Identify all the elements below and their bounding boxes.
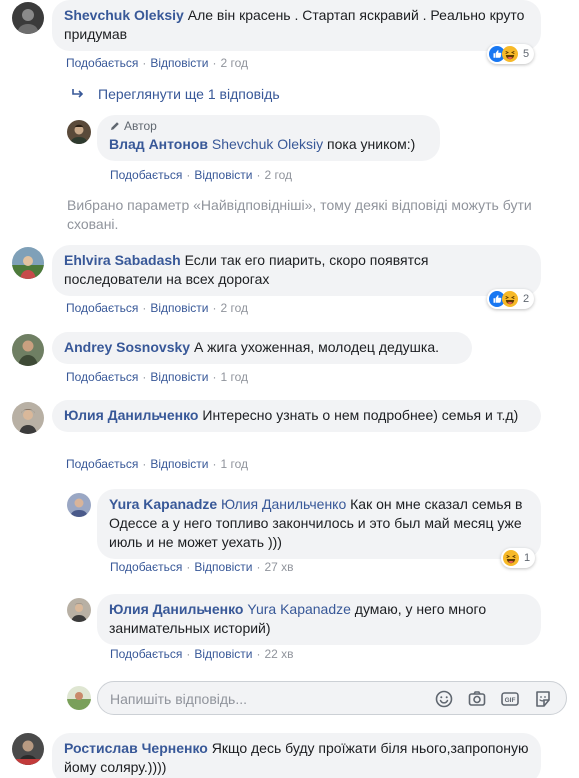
comment-author[interactable]: Yura Kapanadze bbox=[109, 496, 217, 512]
camera-icon[interactable] bbox=[467, 689, 487, 709]
haha-emoji-icon bbox=[502, 46, 518, 62]
like-button[interactable]: Подобається bbox=[66, 370, 138, 384]
reaction-count: 1 bbox=[524, 552, 531, 564]
view-more-label: Переглянути ще 1 відповідь bbox=[98, 86, 280, 102]
avatar[interactable] bbox=[12, 334, 44, 366]
avatar[interactable] bbox=[12, 733, 44, 765]
reaction-count: 5 bbox=[523, 48, 530, 60]
like-button[interactable]: Подобається bbox=[66, 301, 138, 315]
comment-text: А жига ухоженная, молодец дедушка. bbox=[193, 339, 440, 355]
comment-bubble: Ростислав Черненко Якщо десь буду проїжа… bbox=[52, 733, 541, 778]
haha-emoji-icon bbox=[503, 550, 519, 566]
mention-link[interactable]: Юлия Данильченко bbox=[221, 496, 346, 512]
like-button[interactable]: Подобається bbox=[110, 647, 182, 661]
svg-text:GIF: GIF bbox=[505, 697, 516, 704]
reply-composer: GIF bbox=[97, 681, 567, 715]
comment-actions: Подобається · Відповісти · 2 год bbox=[66, 301, 248, 315]
reply-button[interactable]: Відповісти bbox=[194, 168, 252, 182]
reply-bubble: Юлия Данильченко Yura Kapanadze думаю, у… bbox=[97, 594, 541, 645]
timestamp[interactable]: 2 год bbox=[264, 168, 292, 182]
reply-button[interactable]: Відповісти bbox=[150, 56, 208, 70]
emoji-icon[interactable] bbox=[434, 689, 454, 709]
haha-emoji-icon bbox=[502, 291, 518, 307]
comment-author[interactable]: Юлия Данильченко bbox=[64, 407, 198, 423]
comment-bubble: Юлия Данильченко Интересно узнать о нем … bbox=[52, 400, 541, 432]
comment-actions: Подобається · Відповісти · 2 год bbox=[66, 56, 248, 70]
comment-actions: Подобається · Відповісти · 27 хв bbox=[110, 560, 294, 574]
avatar[interactable] bbox=[67, 493, 91, 517]
avatar[interactable] bbox=[12, 2, 44, 34]
comment-author[interactable]: Andrey Sosnovsky bbox=[64, 339, 190, 355]
author-badge-label: Автор bbox=[124, 118, 157, 133]
author-badge: Автор bbox=[109, 119, 428, 133]
comment-author[interactable]: Юлия Данильченко bbox=[109, 601, 243, 617]
comment-bubble: Ehlvira Sabadash Если так его пиарить, с… bbox=[52, 245, 541, 296]
avatar[interactable] bbox=[12, 247, 44, 279]
reply-arrow-icon bbox=[72, 89, 84, 98]
comment-author[interactable]: Ehlvira Sabadash bbox=[64, 252, 181, 268]
reply-button[interactable]: Відповісти bbox=[194, 647, 252, 661]
pencil-icon bbox=[111, 122, 119, 130]
avatar[interactable] bbox=[67, 598, 91, 622]
reply-bubble: Yura Kapanadze Юлия Данильченко Как он м… bbox=[97, 489, 541, 559]
view-more-replies-link[interactable]: Переглянути ще 1 відповідь bbox=[70, 86, 280, 102]
timestamp[interactable]: 2 год bbox=[220, 301, 248, 315]
mention-link[interactable]: Yura Kapanadze bbox=[247, 601, 351, 617]
gif-icon[interactable]: GIF bbox=[500, 689, 520, 709]
timestamp[interactable]: 2 год bbox=[220, 56, 248, 70]
timestamp[interactable]: 27 хв bbox=[264, 560, 293, 574]
comment-actions: Подобається · Відповісти · 1 год bbox=[66, 370, 248, 384]
reactions-badge[interactable]: 1 bbox=[501, 548, 536, 568]
comment-bubble: Shevchuk Oleksiy Але він красень . Старт… bbox=[52, 0, 541, 51]
comment-bubble: Andrey Sosnovsky А жига ухоженная, молод… bbox=[52, 332, 472, 364]
sticker-icon[interactable] bbox=[533, 689, 553, 709]
relevance-note: Вибрано параметр «Найвідповідніші», тому… bbox=[67, 197, 532, 232]
comment-text: Интересно узнать о нем подробнее) семья … bbox=[202, 407, 519, 423]
comment-actions: Подобається · Відповісти · 2 год bbox=[110, 168, 292, 182]
reply-input[interactable] bbox=[110, 689, 410, 709]
reply-button[interactable]: Відповісти bbox=[150, 457, 208, 471]
timestamp[interactable]: 1 год bbox=[220, 457, 248, 471]
like-button[interactable]: Подобається bbox=[110, 560, 182, 574]
mention-link[interactable]: Shevchuk Oleksiy bbox=[212, 136, 323, 152]
comment-actions: Подобається · Відповісти · 1 год bbox=[66, 457, 248, 471]
current-user-avatar bbox=[67, 686, 91, 710]
avatar[interactable] bbox=[12, 402, 44, 434]
like-button[interactable]: Подобається bbox=[66, 457, 138, 471]
avatar[interactable] bbox=[67, 120, 91, 144]
reply-bubble: Автор Влад Антонов Shevchuk Oleksiy пока… bbox=[97, 115, 440, 161]
comment-author[interactable]: Ростислав Черненко bbox=[64, 740, 208, 756]
reactions-badge[interactable]: 5 bbox=[487, 44, 535, 64]
comment-actions: Подобається · Відповісти · 22 хв bbox=[110, 647, 294, 661]
comment-author[interactable]: Влад Антонов bbox=[109, 136, 208, 152]
like-button[interactable]: Подобається bbox=[66, 56, 138, 70]
reply-button[interactable]: Відповісти bbox=[194, 560, 252, 574]
reaction-count: 2 bbox=[523, 293, 530, 305]
reply-button[interactable]: Відповісти bbox=[150, 370, 208, 384]
comment-text: пока уником:) bbox=[323, 136, 416, 152]
comment-author[interactable]: Shevchuk Oleksiy bbox=[64, 7, 184, 23]
reactions-badge[interactable]: 2 bbox=[487, 289, 535, 309]
like-button[interactable]: Подобається bbox=[110, 168, 182, 182]
timestamp[interactable]: 22 хв bbox=[264, 647, 293, 661]
timestamp[interactable]: 1 год bbox=[220, 370, 248, 384]
reply-button[interactable]: Відповісти bbox=[150, 301, 208, 315]
